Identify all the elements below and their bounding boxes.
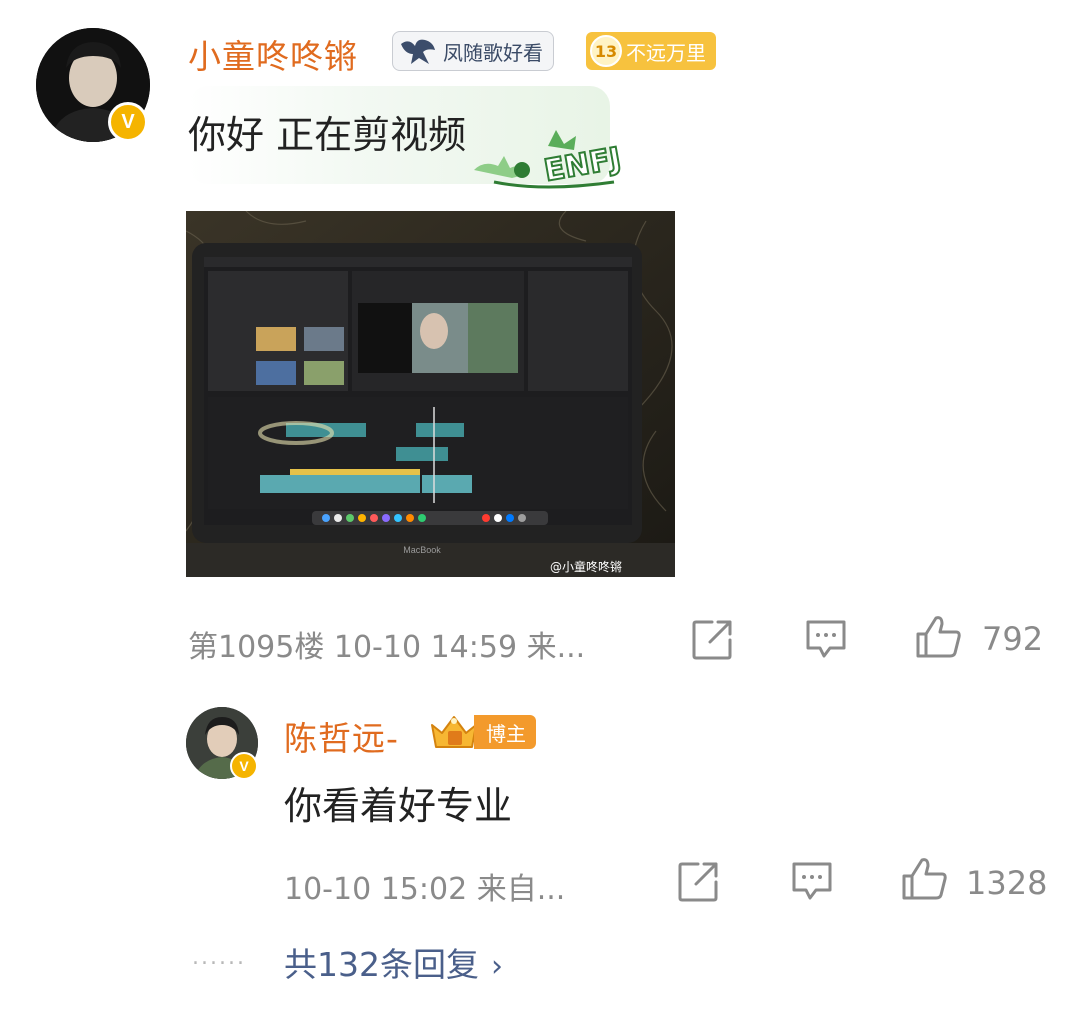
- verified-icon: V: [230, 752, 258, 780]
- share-icon[interactable]: [676, 860, 720, 904]
- comment-icon[interactable]: [790, 860, 834, 902]
- image-watermark: @小童咚咚锵: [550, 559, 622, 574]
- reply-text: 你看着好专业: [284, 784, 513, 828]
- level-number: 13: [590, 35, 622, 67]
- enfj-sticker-icon: ENFJ: [474, 130, 625, 190]
- reply-meta: 10-10 15:02 来自...: [284, 872, 566, 907]
- comment-icon[interactable]: [804, 618, 848, 660]
- laptop-brand-label: MacBook: [403, 545, 441, 555]
- reply-like-count: 1328: [966, 864, 1048, 902]
- chevron-right-icon: ›: [491, 949, 503, 984]
- like-count: 792: [982, 620, 1044, 658]
- like-icon[interactable]: [914, 614, 964, 660]
- comment-text: 你好 正在剪视频: [188, 113, 467, 157]
- commenter-username[interactable]: 小童咚咚锵: [188, 30, 358, 78]
- reply-username[interactable]: 陈哲远-: [284, 712, 399, 760]
- like-icon[interactable]: [900, 856, 950, 902]
- level-badge[interactable]: 13 不远万里: [586, 32, 716, 70]
- fan-badge-label: 凤随歌好看: [443, 40, 543, 65]
- share-icon[interactable]: [690, 618, 734, 662]
- more-replies-label: 共132条回复: [284, 945, 479, 984]
- author-badge: 博主: [428, 713, 536, 751]
- comment-image[interactable]: MacBook @小童咚咚锵: [186, 211, 675, 577]
- verified-icon: V: [108, 102, 148, 142]
- crown-icon: [431, 716, 477, 748]
- more-replies-link[interactable]: 共132条回复 ›: [284, 938, 503, 986]
- comment-meta: 第1095楼 10-10 14:59 来...: [188, 630, 586, 665]
- author-badge-label: 博主: [474, 715, 536, 749]
- level-badge-label: 不远万里: [626, 40, 706, 65]
- bird-icon: [401, 39, 435, 64]
- fan-badge[interactable]: 凤随歌好看: [392, 31, 554, 71]
- replies-dots: ......: [192, 945, 246, 970]
